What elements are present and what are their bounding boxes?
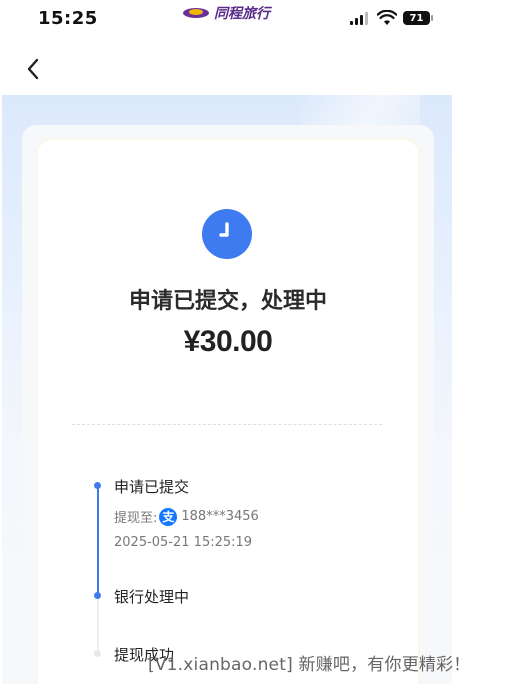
- watermark-text: [V1.xianbao.net] 新赚吧，有你更精彩！: [148, 655, 471, 675]
- withdraw-account: 提现至: 支 188***3456: [114, 507, 259, 526]
- chevron-left-icon: [27, 58, 39, 80]
- result-title: 申请已提交，处理中: [128, 289, 327, 314]
- withdraw-amount: ¥30.00: [183, 325, 273, 358]
- timeline-step-title: 银行处理中: [114, 588, 190, 606]
- status-bar: 15:25 同程旅行 71: [0, 0, 514, 40]
- dashed-divider: [72, 424, 382, 425]
- brand-name: 同程旅行: [214, 6, 270, 22]
- timeline-dot: [94, 482, 101, 489]
- account-label: 提现至:: [114, 511, 158, 526]
- submit-timestamp: 2025-05-21 15:25:19: [114, 535, 253, 550]
- signal-icon: [350, 11, 370, 25]
- timeline-line-active: [97, 486, 99, 596]
- timeline-line-inactive: [97, 598, 99, 652]
- wifi-icon: [377, 10, 397, 25]
- battery-icon: 71: [403, 11, 433, 25]
- timeline-dot: [94, 592, 101, 599]
- alipay-icon: 支: [159, 507, 178, 526]
- status-clock-badge: [202, 209, 252, 259]
- brand-logo-icon: [183, 8, 209, 18]
- battery-level: 71: [409, 12, 424, 24]
- status-time: 15:25: [38, 8, 98, 29]
- account-number: 188***3456: [181, 509, 259, 524]
- timeline-step-title: 申请已提交: [114, 478, 190, 496]
- clock-icon: [219, 222, 229, 237]
- back-button[interactable]: [20, 54, 50, 84]
- brand: 同程旅行: [182, 3, 270, 23]
- timeline-dot: [94, 650, 101, 657]
- status-icons: 71: [350, 10, 433, 26]
